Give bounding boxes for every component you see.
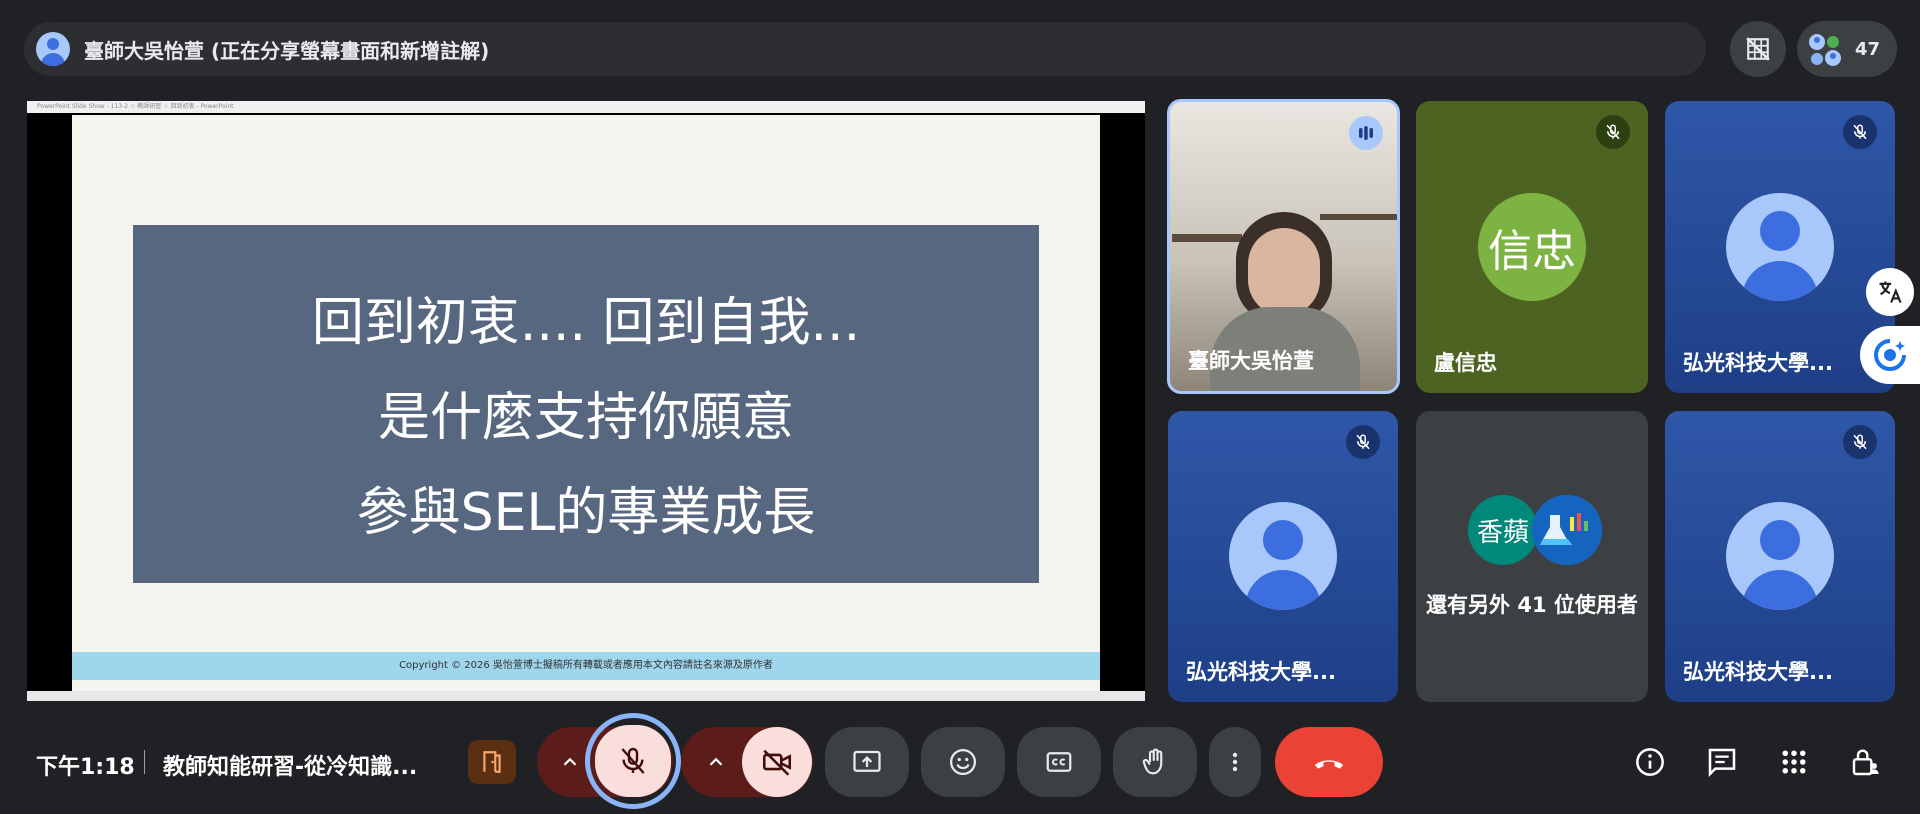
- mic-off-icon: [621, 747, 645, 774]
- participant-tile-lu[interactable]: 信忠 盧信忠: [1416, 101, 1648, 393]
- participant-tile-hongguang-2[interactable]: 弘光科技大學...: [1168, 411, 1398, 702]
- participant-tile-speaker[interactable]: 臺師大吳怡萱: [1167, 99, 1400, 394]
- default-avatar: [1726, 502, 1834, 610]
- muted-indicator: [1843, 425, 1877, 459]
- gemini-sparkle-icon: [1874, 339, 1906, 371]
- translate-button[interactable]: [1866, 268, 1914, 316]
- reactions-button[interactable]: [921, 727, 1005, 797]
- captions-button[interactable]: [1017, 727, 1101, 797]
- microphone-toggle-button[interactable]: [595, 725, 671, 797]
- presentation-slide: 回到初衷.... 回到自我... 是什麼支持你願意 參與SEL的專業成長 Cop…: [72, 115, 1100, 691]
- grid-off-icon: [1746, 37, 1770, 61]
- slide-text-box: 回到初衷.... 回到自我... 是什麼支持你願意 參與SEL的專業成長: [133, 225, 1039, 583]
- hand-icon: [1142, 748, 1163, 775]
- avatar-initials: 信忠: [1478, 193, 1586, 301]
- meeting-details-button[interactable]: [1624, 736, 1676, 788]
- video-options-button[interactable]: [690, 736, 742, 788]
- host-controls-button[interactable]: [1840, 736, 1892, 788]
- participant-name: 弘光科技大學...: [1683, 660, 1833, 684]
- participants-button[interactable]: 47: [1797, 21, 1897, 77]
- participant-count: 47: [1855, 38, 1881, 60]
- avatar-initials: 香蘋: [1468, 495, 1538, 565]
- presentation-window-title: PowerPoint Slide Show - 113-2 ☆ 教師研習 ☆ 回…: [27, 101, 1145, 113]
- presenter-avatar: [36, 32, 70, 66]
- default-avatar: [1726, 193, 1834, 301]
- assistant-button[interactable]: [1860, 326, 1920, 384]
- muted-indicator: [1596, 115, 1630, 149]
- muted-indicator: [1346, 425, 1380, 459]
- divider: [144, 750, 145, 774]
- lock-person-icon: [1852, 749, 1879, 776]
- raise-hand-button[interactable]: [1113, 727, 1197, 797]
- chevron-up-icon: [709, 757, 723, 766]
- participant-name: 盧信忠: [1434, 351, 1497, 375]
- apps-grid-icon: [1782, 750, 1806, 774]
- slide-line-3: 參與SEL的專業成長: [356, 483, 816, 543]
- presenter-status-text: 臺師大吳怡萱 (正在分享螢幕畫面和新增註解): [84, 38, 490, 63]
- presenter-banner: 臺師大吳怡萱 (正在分享螢幕畫面和新增註解): [24, 22, 1706, 76]
- speaking-indicator: [1349, 116, 1383, 150]
- video-off-icon: [762, 749, 792, 776]
- translate-icon: [1879, 281, 1902, 303]
- chat-button[interactable]: [1696, 736, 1748, 788]
- more-vert-icon: [1232, 752, 1238, 772]
- activities-button[interactable]: [1768, 736, 1820, 788]
- avatar-photo: [1532, 495, 1602, 565]
- chat-icon: [1708, 748, 1736, 778]
- current-time: 下午1:18: [36, 755, 135, 780]
- muted-indicator: [1843, 115, 1877, 149]
- mic-off-icon: [1853, 124, 1867, 140]
- participant-tile-hongguang-3[interactable]: 弘光科技大學...: [1665, 411, 1895, 702]
- default-avatar: [1229, 502, 1337, 610]
- participant-tile-others[interactable]: 香蘋 還有另外 41 位使用者: [1416, 411, 1648, 702]
- science-illustration-icon: [1532, 495, 1602, 565]
- presentation-status-bar: [27, 691, 1145, 701]
- people-group-icon: [1809, 34, 1841, 66]
- leave-call-button[interactable]: [1275, 727, 1383, 797]
- mic-off-icon: [1606, 124, 1620, 140]
- participant-name: 弘光科技大學...: [1683, 351, 1833, 375]
- door-icon: [483, 751, 501, 773]
- slide-copyright-footer: Copyright © 2026 吳怡萱博士擬稿所有轉載或者應用本文內容請註名來…: [72, 652, 1100, 680]
- participant-name: 臺師大吳怡萱: [1188, 349, 1314, 373]
- shared-screen[interactable]: PowerPoint Slide Show - 113-2 ☆ 教師研習 ☆ 回…: [27, 101, 1145, 701]
- camera-toggle-button[interactable]: [742, 727, 812, 797]
- participant-name: 弘光科技大學...: [1186, 660, 1336, 684]
- person-face: [1248, 228, 1320, 316]
- call-end-icon: [1314, 760, 1344, 769]
- slide-line-2: 是什麼支持你願意: [377, 388, 794, 448]
- chevron-up-icon: [563, 757, 577, 766]
- more-options-button[interactable]: [1209, 727, 1261, 797]
- slide-line-1: 回到初衷.... 回到自我...: [311, 293, 861, 353]
- more-participants-label: 還有另外 41 位使用者: [1426, 593, 1638, 617]
- hide-tile-button[interactable]: [1730, 21, 1786, 77]
- present-screen-button[interactable]: [825, 727, 909, 797]
- companion-mode-button[interactable]: [468, 740, 516, 784]
- mic-off-icon: [1853, 434, 1867, 450]
- audio-level-icon: [1359, 126, 1373, 140]
- closed-caption-icon: [1046, 752, 1072, 772]
- mic-off-icon: [1356, 434, 1370, 450]
- emoji-icon: [950, 749, 976, 775]
- present-to-all-icon: [853, 750, 881, 772]
- info-icon: [1636, 748, 1664, 776]
- meeting-title: 教師知能研習-從冷知識...: [163, 755, 418, 780]
